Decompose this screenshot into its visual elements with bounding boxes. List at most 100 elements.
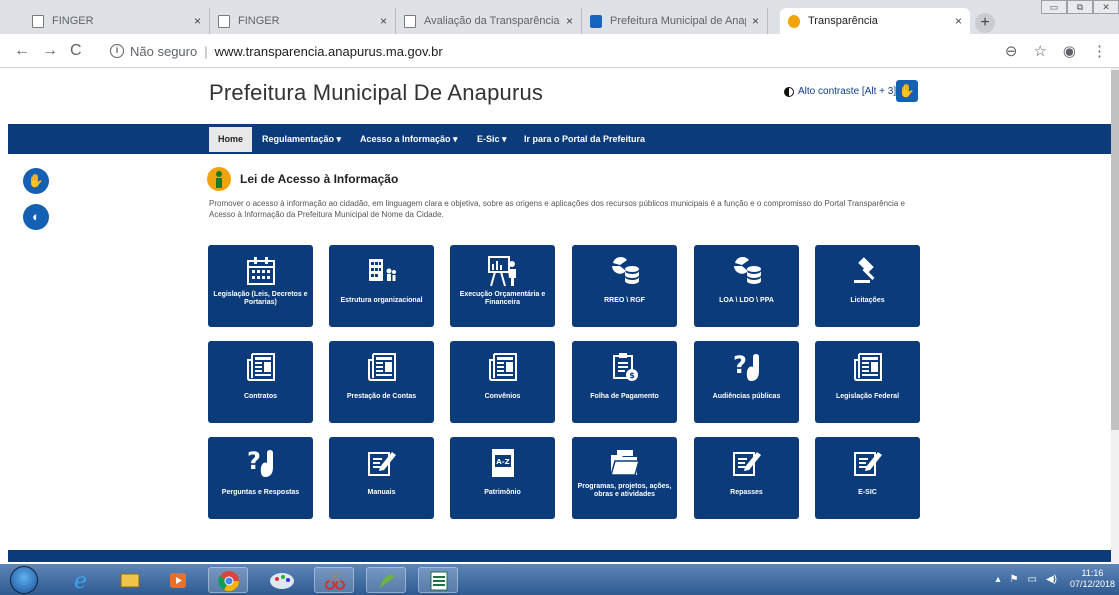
svg-text:?: ? [733,351,747,379]
service-tile[interactable]: Legislação Federal [815,341,920,423]
restore-icon[interactable]: ⧉ [1067,0,1093,14]
service-tile[interactable]: ? Perguntas e Respostas [208,437,313,519]
zoom-icon[interactable]: ⊖ [1005,42,1018,60]
chrome-icon[interactable] [208,567,248,593]
service-tile[interactable]: E-SIC [815,437,920,519]
toolbar-icons: ⊖ ☆ ◉ ⋮ [1005,42,1107,60]
service-tile[interactable]: Execução Orçamentária e Financeira [450,245,555,327]
close-icon[interactable]: × [566,14,573,28]
nav-esic[interactable]: E-Sic ▾ [477,124,507,154]
nav-portal-prefeitura[interactable]: Ir para o Portal da Prefeitura [524,124,645,154]
minimize-icon[interactable]: ▭ [1041,0,1067,14]
site-title: Prefeitura Municipal De Anapurus [209,80,544,105]
contrast-icon [784,86,794,97]
system-clock[interactable]: 11:16 07/12/2018 [1070,568,1115,590]
tile-label: Legislação (Leis, Decretos e Portarias) [213,291,308,306]
flag-icon[interactable]: ⚑ [1010,574,1019,585]
page-icon [218,14,230,28]
nav-regulamentacao[interactable]: Regulamentação ▾ [262,124,341,154]
service-tile[interactable]: LOA \ LDO \ PPA [694,245,799,327]
excel-icon[interactable] [418,567,458,593]
nav-home[interactable]: Home [209,127,253,152]
sign-language-button[interactable]: ✋ [23,168,49,194]
close-icon[interactable]: × [955,14,962,28]
new-tab-button[interactable]: + [975,13,995,33]
service-tile[interactable]: Manuais [329,437,434,519]
service-tile[interactable]: Programas, projetos, ações, obras e ativ… [572,437,677,519]
bookmark-star-icon[interactable]: ☆ [1033,42,1046,60]
browser-tab[interactable]: Avaliação da Transparência do × [396,8,582,34]
tile-label: E-SIC [858,489,877,496]
nav-acesso-informacao[interactable]: Acesso a Informação ▾ [360,124,458,154]
main-nav: Home Regulamentação ▾ Acesso a Informaçã… [8,124,1111,154]
info-favicon [788,14,800,28]
service-tile[interactable]: Legislação (Leis, Decretos e Portarias) [208,245,313,327]
account-icon[interactable]: ◉ [1063,42,1076,60]
close-icon[interactable]: × [194,14,201,28]
tile-label: Contratos [243,393,278,400]
volume-icon[interactable]: ◀) [1046,574,1057,585]
tile-label: Legislação Federal [835,393,900,400]
tile-label: RREO \ RGF [604,297,645,304]
menu-dots-icon[interactable]: ⋮ [1092,42,1107,60]
paint-icon[interactable] [262,567,302,593]
footer-bar [8,550,1111,562]
tile-label: Repasses [730,489,763,496]
tile-label: Prestação de Contas [346,393,417,400]
separator: | [204,43,208,59]
scrollbar-thumb[interactable] [1111,70,1119,430]
taskbar: e [0,564,1119,595]
close-window-icon[interactable]: ✕ [1093,0,1119,14]
browser-tab-active[interactable]: Transparência × [780,8,970,34]
service-tile[interactable]: Prestação de Contas [329,341,434,423]
reload-icon[interactable]: C [70,42,82,60]
service-tile[interactable]: $ Folha de Pagamento [572,341,677,423]
contrast-label: Alto contraste [Alt + 3] [798,86,897,97]
service-tile[interactable]: A-Z Patrimônio [450,437,555,519]
app-icon[interactable] [366,567,406,593]
tab-label: Prefeitura Municipal de Anapu [610,15,746,27]
address-bar: ← → C i Não seguro | www.transparencia.a… [0,34,1119,68]
back-icon[interactable]: ← [14,42,30,60]
browser-tab[interactable]: FINGER × [24,8,210,34]
info-icon [207,167,231,191]
internet-explorer-icon[interactable]: e [62,567,102,594]
start-button[interactable] [10,566,38,594]
tile-label: Perguntas e Respostas [221,489,300,496]
close-icon[interactable]: × [752,14,759,28]
sign-language-icon[interactable]: ✋ [896,80,918,102]
tile-label: Manuais [367,489,396,496]
tile-label: LOA \ LDO \ PPA [719,297,774,304]
browser-tab[interactable]: FINGER × [210,8,396,34]
browser-tab[interactable]: Prefeitura Municipal de Anapu × [582,8,768,34]
svg-text:?: ? [247,447,261,475]
close-icon[interactable]: × [380,14,387,28]
security-label: Não seguro [130,43,198,59]
clock-date: 07/12/2018 [1069,579,1115,589]
service-tile[interactable]: Repasses [694,437,799,519]
service-tile[interactable]: Convênios [450,341,555,423]
tile-label: Programas, projetos, ações, obras e ativ… [577,483,672,498]
network-icon[interactable]: ▭ [1028,574,1037,585]
service-tile[interactable]: Estrutura organizacional [329,245,434,327]
tab-label: Transparência [808,15,878,27]
page-icon [32,14,44,28]
clock-time: 11:16 [1081,568,1104,578]
service-tile[interactable]: ? Audiências públicas [694,341,799,423]
url-field[interactable]: i Não seguro | www.transparencia.anapuru… [110,41,1060,61]
service-tile[interactable]: Licitações [815,245,920,327]
service-tile[interactable]: Contratos [208,341,313,423]
page-icon [404,14,416,28]
url-text: www.transparencia.anapurus.ma.gov.br [214,43,443,59]
file-explorer-icon[interactable] [110,567,150,593]
snipping-tool-icon[interactable] [314,567,354,593]
tab-label: FINGER [238,15,280,27]
info-icon[interactable]: i [110,44,124,58]
tray-expand-icon[interactable]: ▴ [996,574,1001,585]
high-contrast-link[interactable]: Alto contraste [Alt + 3] [784,86,896,97]
media-player-icon[interactable] [158,567,198,593]
service-tile[interactable]: RREO \ RGF [572,245,677,327]
tab-label: Avaliação da Transparência do [424,15,560,27]
forward-icon[interactable]: → [42,42,58,60]
contrast-button[interactable]: ◐ [23,204,49,230]
